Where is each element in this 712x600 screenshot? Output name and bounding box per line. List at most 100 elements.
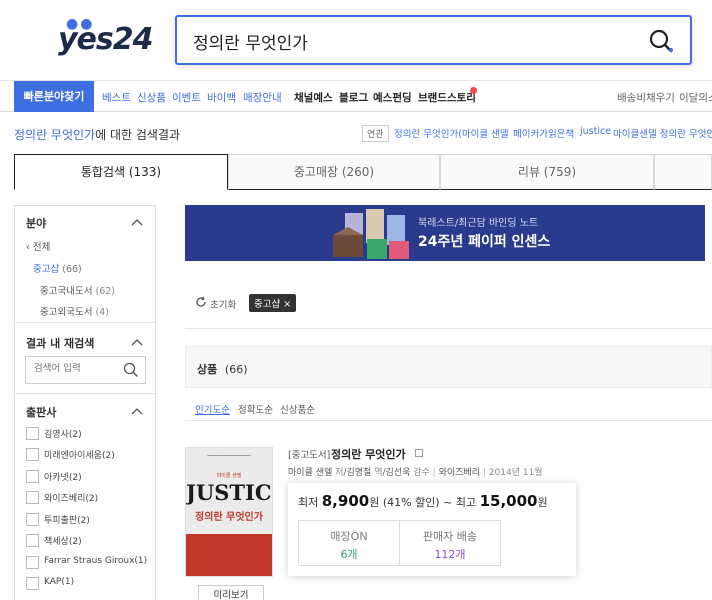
research-title: 결과 내 재검색 [26,337,95,350]
cover-tagline: ━━━━━━━━━━━━━━━━ [207,454,251,459]
search-tabs: 통합검색 (133) 중고매장 (260) 리뷰 (759) [14,154,712,190]
checkbox[interactable] [26,448,39,461]
tab-review[interactable]: 리뷰 (759) [440,154,654,190]
nav-monthly[interactable]: 이달의스 [679,90,712,105]
book-title[interactable]: 정의란 무엇인가 [331,446,406,462]
book-translator[interactable]: 김명철 [346,468,371,478]
search-icon[interactable] [648,28,674,54]
result-suffix: 에 대한 검색결과 [95,128,181,142]
product-count: 상품 (66) [197,363,248,376]
promo-banner[interactable]: 북레스트/최근담 바인딩 노트 24주년 페이퍼 인센스 [185,205,705,261]
book-publisher[interactable]: 와이즈베리 [439,468,480,478]
nav-new[interactable]: 신상품 [137,90,166,105]
result-title: 정의란 무엇인가에 대한 검색결과 [14,126,180,143]
tab-integrated[interactable]: 통합검색 (133) [14,154,228,190]
nav-event[interactable]: 이벤트 [172,90,201,105]
publisher-title: 출판사 [26,406,57,419]
category-section: 분야 ‹ 전체 중고샵 (66) 중고국내도서 (62) 중고외국도서 (4) [15,206,155,323]
sort-newest[interactable]: 신상품순 [280,402,315,416]
nav-channel-yes[interactable]: 채널예스 [294,90,333,105]
price-card: 최저 8,900원 (41% 할인) ~ 최고 15,000원 매장ON 6개 … [288,483,576,576]
chevron-up-icon[interactable] [131,218,143,226]
cover-author: 마이클 샌델 [216,473,242,479]
price-range: 최저 8,900원 (41% 할인) ~ 최고 15,000원 [298,492,548,510]
result-title-row: 정의란 무엇인가에 대한 검색결과 연관 정의란 무엇인가(마이클 샌델 페이커… [0,112,712,154]
filter-sidebar: 분야 ‹ 전체 중고샵 (66) 중고국내도서 (62) 중고외국도서 (4) … [14,205,156,600]
related-keyword[interactable]: 페이커가읽은책 [513,126,574,140]
seller-count: 112개 [434,548,466,561]
chevron-up-icon[interactable] [131,338,143,346]
research-input[interactable] [34,363,122,374]
divider [185,328,712,329]
search-input[interactable] [193,29,633,53]
tab-used-store[interactable]: 중고매장 (260) [228,154,440,190]
preview-button[interactable]: 미리보기 [198,585,264,600]
book-cover[interactable]: ━━━━━━━━━━━━━━━━ 마이클 샌델 JUSTICE 정의란 무엇인가 [185,447,273,577]
related-keyword[interactable]: 마이클샌델 정의란 무엇인 [613,126,712,140]
store-on-box[interactable]: 매장ON 6개 [298,520,400,566]
new-window-icon[interactable] [415,449,423,457]
filter-chip[interactable]: 중고샵 × [249,294,297,312]
banner-line-2: 24주년 페이퍼 인센스 [418,234,551,250]
price-max: 15,000 [479,492,538,510]
nav-blog[interactable]: 블로그 [339,90,368,105]
search-box[interactable] [175,15,692,65]
result-keyword: 정의란 무엇인가 [14,128,96,142]
yes24-logo[interactable]: ●● yes24 [58,16,154,57]
checkbox[interactable] [26,556,39,569]
main-nav: 빠른분야찾기 베스트 신상품 이벤트 바이백 매장안내 채널예스 블로그 예스펀… [0,80,712,112]
sort-accuracy[interactable]: 정확도순 [238,402,273,416]
checkbox[interactable] [26,513,39,526]
divider [185,420,712,421]
nav-brand-story[interactable]: 브랜드스토리 [418,90,476,105]
category-used-domestic[interactable]: 중고국내도서 (62) [40,283,115,297]
refresh-icon[interactable] [195,296,207,308]
research-box[interactable] [25,356,146,384]
banner-line-1: 북레스트/최근담 바인딩 노트 [418,218,539,229]
discount-rate: (41% 할인) [382,496,440,509]
cover-band [186,534,272,576]
store-on-count: 6개 [340,548,358,561]
category-used[interactable]: 중고샵 (66) [33,261,82,275]
nav-shipping-fill[interactable]: 배송비채우기 [617,90,675,105]
category-title: 분야 [26,217,47,230]
reset-button[interactable]: 초기화 [210,297,236,311]
checkbox[interactable] [26,470,39,483]
nav-best[interactable]: 베스트 [102,90,131,105]
category-used-foreign[interactable]: 중고외국도서 (4) [40,304,109,318]
checkbox[interactable] [26,534,39,547]
related-tag: 연관 [362,125,389,142]
logo-dots-icon: ●● [66,16,95,32]
seller-box[interactable]: 판매자 배송 112개 [399,520,501,566]
tab-more[interactable] [654,154,712,190]
header: ●● yes24 [0,0,712,80]
price-min: 8,900 [321,492,370,510]
notebook-illustration-icon [333,209,409,259]
related-keyword[interactable]: 정의란 무엇인가(마이클 샌델 [394,126,509,140]
checkbox[interactable] [26,427,39,440]
search-icon[interactable] [123,362,139,378]
quick-category-button[interactable]: 빠른분야찾기 [14,81,94,112]
related-keyword[interactable]: justice [580,126,611,137]
checkbox[interactable] [26,491,39,504]
new-badge-icon [470,87,477,94]
book-supervisor[interactable]: 김선욱 [386,468,411,478]
nav-funding[interactable]: 예스펀딩 [373,90,412,105]
sort-popular[interactable]: 인기도순 [195,402,230,416]
category-all[interactable]: ‹ 전체 [26,239,50,253]
book-author[interactable]: 마이클 샌델 [288,468,332,478]
nav-buyback[interactable]: 바이백 [207,90,236,105]
book-category: [중고도서] [288,450,331,461]
product-list-header: 상품 (66) [185,346,712,388]
checkbox[interactable] [26,577,39,590]
chevron-up-icon[interactable] [131,407,143,415]
cover-title-ko: 정의란 무엇인가 [195,512,263,523]
book-meta: 마이클 샌델 저/김명철 역/김선욱 감수 | 와이즈베리 | 2014년 11… [288,468,543,478]
chevron-left-icon: ‹ [26,242,33,253]
book-date: 2014년 11월 [488,468,543,478]
seller-label: 판매자 배송 [422,530,478,543]
store-on-label: 매장ON [330,530,368,543]
close-icon[interactable]: × [283,299,291,310]
nav-store[interactable]: 매장안내 [243,90,282,105]
cover-title-en: JUSTICE [186,480,272,505]
